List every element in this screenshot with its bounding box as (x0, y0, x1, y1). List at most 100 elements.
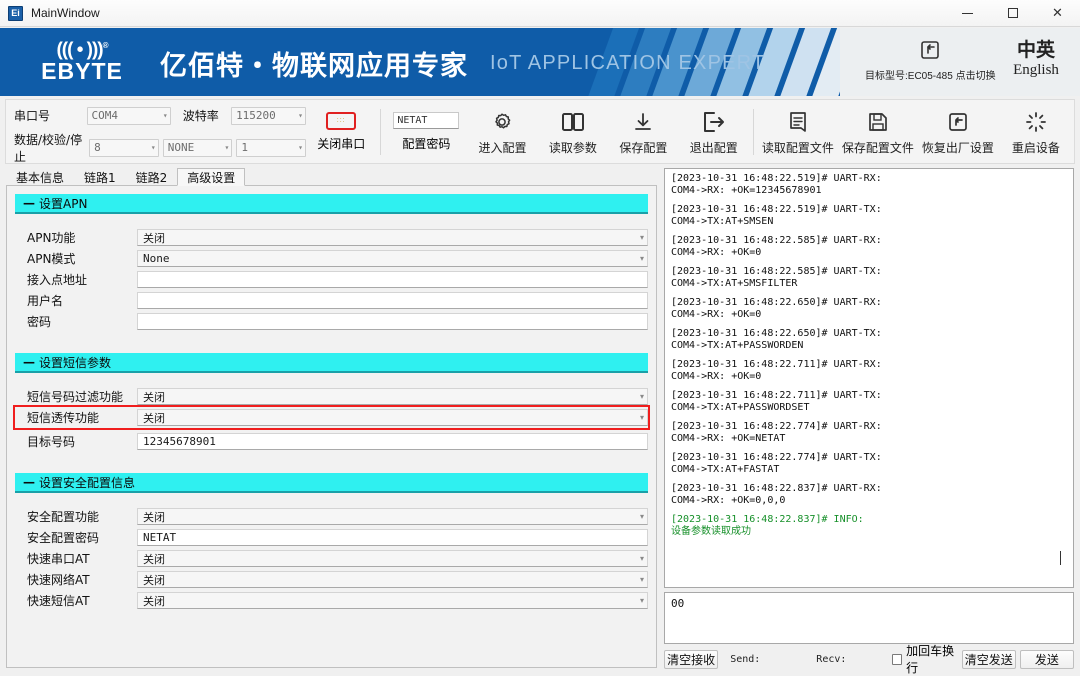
send-input-box[interactable]: 00 (664, 592, 1074, 644)
reboot-device-button[interactable]: 重启设备 (998, 108, 1074, 156)
log-entry: [2023-10-31 16:48:22.711]# UART-TX:COM4-… (671, 390, 1067, 414)
value-sms-filter: 关闭 (143, 389, 640, 405)
log-entry-header: [2023-10-31 16:48:22.585]# UART-RX: (671, 235, 1067, 247)
section-header-apn: — 设置APN (15, 194, 648, 214)
value-fast-sms-at: 关闭 (143, 593, 640, 609)
log-entry-body: COM4->RX: +OK=0 (671, 371, 1067, 383)
chevron-down-icon: ▾ (225, 143, 230, 152)
chevron-down-icon: ▾ (640, 254, 644, 263)
stop-bits-select[interactable]: 1 ▾ (236, 139, 306, 157)
advanced-settings-panel: — 设置APN APN功能 关闭 ▾ APN模式 None ▾ 接入点地址 用户… (6, 185, 657, 668)
field-row-fast-network-at: 快速网络AT 关闭 ▾ (15, 569, 648, 590)
serial-port-label: 串口号 (14, 107, 87, 124)
value-apn-mode: None (143, 252, 640, 265)
log-entry-header: [2023-10-31 16:48:22.774]# UART-RX: (671, 421, 1067, 433)
log-entry: [2023-10-31 16:48:22.650]# UART-TX:COM4-… (671, 328, 1067, 352)
data-bits-select[interactable]: 8 ▾ (89, 139, 159, 157)
exit-icon (679, 108, 749, 136)
select-sms-filter[interactable]: 关闭 ▾ (137, 388, 648, 405)
select-security-function[interactable]: 关闭 ▾ (137, 508, 648, 525)
input-apn-username[interactable] (137, 292, 648, 309)
log-entry-body: COM4->TX:AT+PASSWORDSET (671, 402, 1067, 414)
target-model-switch[interactable]: 目标型号:EC05-485 点击切换 (865, 40, 995, 82)
main-toolbar: 串口号 COM4 ▾ 波特率 115200 ▾ 数据/校验/停止 8 ▾ (5, 99, 1075, 164)
parity-select[interactable]: NONE ▾ (163, 139, 233, 157)
save-config-file-button[interactable]: 保存配置文件 (838, 108, 918, 156)
send-toolbar: 清空接收 Send: Recv: 加回车换行 清空发送 发送 (664, 648, 1074, 670)
maximize-icon (1008, 8, 1018, 18)
close-button[interactable]: ✕ (1035, 0, 1080, 27)
field-row-fast-sms-at: 快速短信AT 关闭 ▾ (15, 590, 648, 611)
input-security-password[interactable]: NETAT (137, 529, 648, 546)
banner-blue-area: ((( • )))® EBYTE 亿佰特・物联网应用专家 IoT APPLICA… (0, 28, 840, 96)
maximize-button[interactable] (990, 0, 1035, 27)
input-apn-address[interactable] (137, 271, 648, 288)
config-password-input[interactable]: NETAT (393, 112, 459, 129)
save-config-label: 保存配置 (608, 139, 678, 156)
save-config-file-label: 保存配置文件 (838, 139, 918, 156)
log-text-caret (1060, 551, 1061, 565)
banner-actions: 目标型号:EC05-485 点击切换 中英 English (845, 28, 1080, 96)
tab-link-1[interactable]: 链路1 (74, 168, 126, 186)
language-switch[interactable]: 中英 English (997, 40, 1075, 79)
select-fast-sms-at[interactable]: 关闭 ▾ (137, 592, 648, 609)
gear-icon (467, 108, 537, 136)
save-config-button[interactable]: 保存配置 (608, 108, 678, 156)
clear-receive-button[interactable]: 清空接收 (664, 650, 718, 669)
tab-link-2[interactable]: 链路2 (126, 168, 178, 186)
section-title-sms: 设置短信参数 (39, 354, 111, 371)
baud-rate-select[interactable]: 115200 ▾ (231, 107, 306, 125)
enter-config-button[interactable]: 进入配置 (467, 108, 537, 156)
log-entry: [2023-10-31 16:48:22.774]# UART-TX:COM4-… (671, 452, 1067, 476)
label-apn-username: 用户名 (27, 292, 137, 309)
serial-port-value: COM4 (92, 109, 160, 122)
registered-icon: ® (103, 41, 108, 50)
minimize-icon (962, 13, 973, 14)
baud-rate-value: 115200 (236, 109, 295, 122)
antenna-wave-icon: ((( • )))® (18, 36, 146, 59)
send-counter-label: Send: (730, 654, 760, 665)
exit-config-button[interactable]: 退出配置 (679, 108, 749, 156)
language-label: English (997, 62, 1075, 79)
stop-bits-value: 1 (241, 141, 295, 154)
field-row-apn-function: APN功能 关闭 ▾ (15, 227, 648, 248)
select-apn-function[interactable]: 关闭 ▾ (137, 229, 648, 246)
send-button[interactable]: 发送 (1020, 650, 1074, 669)
minimize-button[interactable] (945, 0, 990, 27)
log-entry: [2023-10-31 16:48:22.837]# UART-RX:COM4-… (671, 483, 1067, 507)
select-apn-mode[interactable]: None ▾ (137, 250, 648, 267)
close-serial-port-button[interactable]: ::: 关闭串口 (306, 112, 376, 152)
document-icon (758, 108, 838, 136)
frame-format-label: 数据/校验/停止 (14, 131, 89, 165)
log-entry-body: 设备参数读取成功 (671, 526, 1067, 538)
select-fast-network-at[interactable]: 关闭 ▾ (137, 571, 648, 588)
log-entry-header: [2023-10-31 16:48:22.650]# UART-TX: (671, 328, 1067, 340)
select-fast-uart-at[interactable]: 关闭 ▾ (137, 550, 648, 567)
field-row-target-number: 目标号码 12345678901 (15, 431, 648, 452)
section-title-apn: 设置APN (39, 195, 87, 212)
data-bits-value: 8 (94, 141, 148, 154)
serial-frame-row: 数据/校验/停止 8 ▾ NONE ▾ 1 ▾ (14, 135, 306, 161)
factory-reset-button[interactable]: 恢复出厂设置 (918, 108, 998, 156)
read-config-file-label: 读取配置文件 (758, 139, 838, 156)
clear-send-button[interactable]: 清空发送 (962, 650, 1016, 669)
serial-port-select[interactable]: COM4 ▾ (87, 107, 171, 125)
window-titlebar: Ei MainWindow ✕ (0, 0, 1080, 27)
append-crlf-checkbox[interactable]: 加回车换行 (892, 642, 957, 676)
parity-value: NONE (168, 141, 222, 154)
read-params-button[interactable]: 读取参数 (538, 108, 608, 156)
log-entry-header: [2023-10-31 16:48:22.711]# UART-TX: (671, 390, 1067, 402)
value-sms-transparent: 关闭 (143, 410, 640, 426)
select-sms-transparent[interactable]: 关闭 ▾ (137, 409, 648, 426)
tab-basic-info[interactable]: 基本信息 (6, 168, 74, 186)
read-config-file-button[interactable]: 读取配置文件 (758, 108, 838, 156)
serial-log-output[interactable]: [2023-10-31 16:48:22.519]# UART-RX:COM4-… (664, 168, 1074, 588)
input-target-number[interactable]: 12345678901 (137, 433, 648, 450)
label-target-number: 目标号码 (27, 433, 137, 450)
log-entry-header: [2023-10-31 16:48:22.837]# UART-RX: (671, 483, 1067, 495)
tab-advanced-settings[interactable]: 高级设置 (177, 168, 245, 186)
log-entry: [2023-10-31 16:48:22.519]# UART-RX:COM4-… (671, 173, 1067, 197)
value-apn-function: 关闭 (143, 230, 640, 246)
log-entry-list: [2023-10-31 16:48:22.519]# UART-RX:COM4-… (671, 173, 1067, 538)
input-apn-password[interactable] (137, 313, 648, 330)
